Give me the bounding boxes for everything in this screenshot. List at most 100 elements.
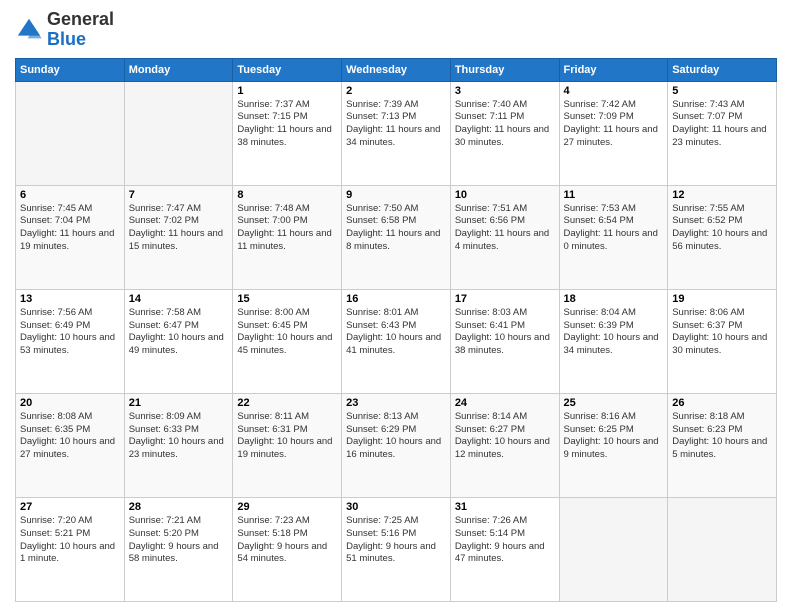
weekday-header: Saturday	[668, 58, 777, 81]
calendar-cell: 13 Sunrise: 7:56 AM Sunset: 6:49 PM Dayli…	[16, 289, 125, 393]
day-number: 19	[672, 293, 772, 305]
calendar-cell: 18Sunrise: 8:04 AM Sunset: 6:39 PM Dayli…	[559, 289, 668, 393]
calendar-table: SundayMondayTuesdayWednesdayThursdayFrid…	[15, 58, 777, 602]
day-number: 3	[455, 85, 555, 97]
calendar-cell: 12Sunrise: 7:55 AM Sunset: 6:52 PM Dayli…	[668, 185, 777, 289]
day-number: 2	[346, 85, 446, 97]
calendar-cell: 11 Sunrise: 7:53 AM Sunset: 6:54 PM Dayli…	[559, 185, 668, 289]
day-info: Sunrise: 7:51 AM Sunset: 6:56 PM Dayligh…	[455, 203, 555, 254]
day-number: 11	[564, 189, 664, 201]
calendar-cell: 20 Sunrise: 8:08 AM Sunset: 6:35 PM Dayli…	[16, 393, 125, 497]
day-info: Sunrise: 7:55 AM Sunset: 6:52 PM Dayligh…	[672, 203, 772, 254]
day-info: Sunrise: 7:39 AM Sunset: 7:13 PM Dayligh…	[346, 99, 446, 150]
day-number: 31	[455, 501, 555, 513]
calendar-cell: 9 Sunrise: 7:50 AM Sunset: 6:58 PM Daylig…	[342, 185, 451, 289]
calendar-cell: 25 Sunrise: 8:16 AM Sunset: 6:25 PM Dayli…	[559, 393, 668, 497]
calendar-cell: 16Sunrise: 8:01 AM Sunset: 6:43 PM Dayli…	[342, 289, 451, 393]
day-info: Sunrise: 7:50 AM Sunset: 6:58 PM Dayligh…	[346, 203, 446, 254]
day-info: Sunrise: 7:37 AM Sunset: 7:15 PM Dayligh…	[237, 99, 337, 150]
day-info: Sunrise: 8:06 AM Sunset: 6:37 PM Dayligh…	[672, 307, 772, 358]
day-info: Sunrise: 7:20 AM Sunset: 5:21 PM Dayligh…	[20, 515, 120, 566]
day-number: 4	[564, 85, 664, 97]
calendar-cell: 19 Sunrise: 8:06 AM Sunset: 6:37 PM Dayli…	[668, 289, 777, 393]
weekday-header: Friday	[559, 58, 668, 81]
calendar-cell	[16, 81, 125, 185]
calendar-cell: 3 Sunrise: 7:40 AM Sunset: 7:11 PM Daylig…	[450, 81, 559, 185]
day-number: 8	[237, 189, 337, 201]
day-number: 29	[237, 501, 337, 513]
day-info: Sunrise: 7:45 AM Sunset: 7:04 PM Dayligh…	[20, 203, 120, 254]
weekday-header: Monday	[124, 58, 233, 81]
day-info: Sunrise: 7:21 AM Sunset: 5:20 PM Dayligh…	[129, 515, 229, 566]
day-info: Sunrise: 7:40 AM Sunset: 7:11 PM Dayligh…	[455, 99, 555, 150]
day-info: Sunrise: 7:47 AM Sunset: 7:02 PM Dayligh…	[129, 203, 229, 254]
calendar-cell: 8 Sunrise: 7:48 AM Sunset: 7:00 PM Daylig…	[233, 185, 342, 289]
calendar-week-row: 13 Sunrise: 7:56 AM Sunset: 6:49 PM Dayli…	[16, 289, 777, 393]
logo: General Blue	[15, 10, 114, 50]
calendar-cell: 15 Sunrise: 8:00 AM Sunset: 6:45 PM Dayli…	[233, 289, 342, 393]
day-info: Sunrise: 7:48 AM Sunset: 7:00 PM Dayligh…	[237, 203, 337, 254]
calendar-week-row: 20 Sunrise: 8:08 AM Sunset: 6:35 PM Dayli…	[16, 393, 777, 497]
day-info: Sunrise: 8:00 AM Sunset: 6:45 PM Dayligh…	[237, 307, 337, 358]
day-number: 25	[564, 397, 664, 409]
day-number: 6	[20, 189, 120, 201]
day-info: Sunrise: 8:16 AM Sunset: 6:25 PM Dayligh…	[564, 411, 664, 462]
day-number: 20	[20, 397, 120, 409]
day-number: 10	[455, 189, 555, 201]
header: General Blue	[15, 10, 777, 50]
day-number: 26	[672, 397, 772, 409]
calendar-cell: 6 Sunrise: 7:45 AM Sunset: 7:04 PM Daylig…	[16, 185, 125, 289]
day-info: Sunrise: 7:56 AM Sunset: 6:49 PM Dayligh…	[20, 307, 120, 358]
day-info: Sunrise: 7:53 AM Sunset: 6:54 PM Dayligh…	[564, 203, 664, 254]
calendar-cell: 22 Sunrise: 8:11 AM Sunset: 6:31 PM Dayli…	[233, 393, 342, 497]
day-number: 9	[346, 189, 446, 201]
calendar-week-row: 6 Sunrise: 7:45 AM Sunset: 7:04 PM Daylig…	[16, 185, 777, 289]
calendar-cell: 31Sunrise: 7:26 AM Sunset: 5:14 PM Dayli…	[450, 497, 559, 601]
calendar-cell: 23Sunrise: 8:13 AM Sunset: 6:29 PM Dayli…	[342, 393, 451, 497]
day-info: Sunrise: 7:43 AM Sunset: 7:07 PM Dayligh…	[672, 99, 772, 150]
calendar-cell: 29Sunrise: 7:23 AM Sunset: 5:18 PM Dayli…	[233, 497, 342, 601]
day-info: Sunrise: 7:58 AM Sunset: 6:47 PM Dayligh…	[129, 307, 229, 358]
weekday-header: Wednesday	[342, 58, 451, 81]
day-info: Sunrise: 8:08 AM Sunset: 6:35 PM Dayligh…	[20, 411, 120, 462]
day-info: Sunrise: 7:42 AM Sunset: 7:09 PM Dayligh…	[564, 99, 664, 150]
calendar-cell: 7 Sunrise: 7:47 AM Sunset: 7:02 PM Daylig…	[124, 185, 233, 289]
day-number: 14	[129, 293, 229, 305]
day-number: 30	[346, 501, 446, 513]
day-info: Sunrise: 8:03 AM Sunset: 6:41 PM Dayligh…	[455, 307, 555, 358]
calendar-cell	[124, 81, 233, 185]
logo-text: General Blue	[47, 10, 114, 50]
day-number: 28	[129, 501, 229, 513]
day-number: 5	[672, 85, 772, 97]
calendar-cell	[668, 497, 777, 601]
day-number: 24	[455, 397, 555, 409]
calendar-cell: 17 Sunrise: 8:03 AM Sunset: 6:41 PM Dayli…	[450, 289, 559, 393]
day-number: 7	[129, 189, 229, 201]
day-number: 27	[20, 501, 120, 513]
calendar-week-row: 1 Sunrise: 7:37 AM Sunset: 7:15 PM Daylig…	[16, 81, 777, 185]
day-info: Sunrise: 7:25 AM Sunset: 5:16 PM Dayligh…	[346, 515, 446, 566]
day-number: 15	[237, 293, 337, 305]
calendar-cell	[559, 497, 668, 601]
calendar-cell: 5 Sunrise: 7:43 AM Sunset: 7:07 PM Daylig…	[668, 81, 777, 185]
weekday-header: Sunday	[16, 58, 125, 81]
calendar-cell: 2 Sunrise: 7:39 AM Sunset: 7:13 PM Daylig…	[342, 81, 451, 185]
day-info: Sunrise: 8:09 AM Sunset: 6:33 PM Dayligh…	[129, 411, 229, 462]
day-number: 16	[346, 293, 446, 305]
page: General Blue SundayMondayTuesdayWednesda…	[0, 0, 792, 612]
calendar-cell: 28 Sunrise: 7:21 AM Sunset: 5:20 PM Dayli…	[124, 497, 233, 601]
calendar-cell: 21 Sunrise: 8:09 AM Sunset: 6:33 PM Dayli…	[124, 393, 233, 497]
calendar-header-row: SundayMondayTuesdayWednesdayThursdayFrid…	[16, 58, 777, 81]
day-number: 13	[20, 293, 120, 305]
weekday-header: Tuesday	[233, 58, 342, 81]
calendar-cell: 1 Sunrise: 7:37 AM Sunset: 7:15 PM Daylig…	[233, 81, 342, 185]
day-number: 1	[237, 85, 337, 97]
day-number: 22	[237, 397, 337, 409]
day-info: Sunrise: 8:11 AM Sunset: 6:31 PM Dayligh…	[237, 411, 337, 462]
day-number: 21	[129, 397, 229, 409]
day-info: Sunrise: 8:13 AM Sunset: 6:29 PM Dayligh…	[346, 411, 446, 462]
calendar-week-row: 27 Sunrise: 7:20 AM Sunset: 5:21 PM Dayli…	[16, 497, 777, 601]
day-number: 17	[455, 293, 555, 305]
calendar-cell: 14 Sunrise: 7:58 AM Sunset: 6:47 PM Dayli…	[124, 289, 233, 393]
day-info: Sunrise: 8:14 AM Sunset: 6:27 PM Dayligh…	[455, 411, 555, 462]
